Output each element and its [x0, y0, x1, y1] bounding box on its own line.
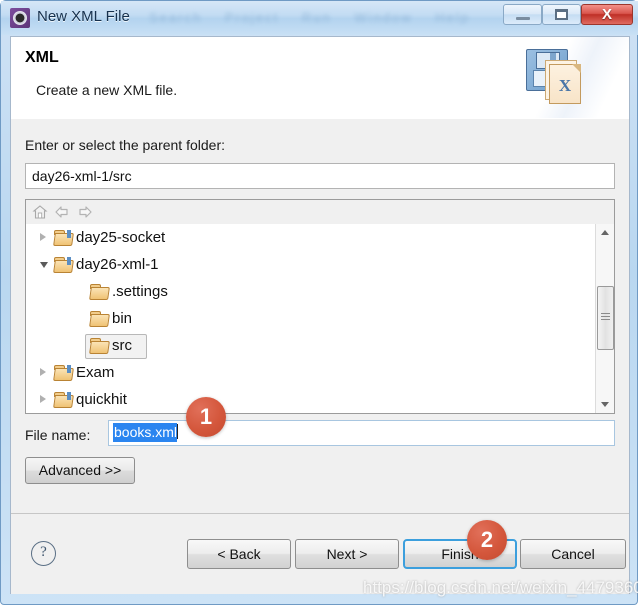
tree-item-settings[interactable]: .settings: [26, 278, 596, 305]
tree-item-label: src: [112, 337, 132, 354]
dialog-plate: XML Create a new XML file. X Enter or se…: [10, 36, 630, 594]
close-button[interactable]: X: [581, 4, 633, 25]
file-name-value: books.xml: [113, 423, 178, 442]
maximize-button[interactable]: [542, 4, 581, 25]
parent-folder-input[interactable]: [25, 163, 615, 189]
wizard-header: XML Create a new XML file. X: [11, 37, 629, 120]
scrollbar-thumb[interactable]: [597, 286, 614, 350]
folder-icon: [89, 284, 110, 300]
title-bar[interactable]: Search Project Run Window Help New XML F…: [1, 1, 638, 35]
file-name-input[interactable]: books.xml: [108, 420, 615, 446]
back-arrow-icon[interactable]: [53, 203, 71, 221]
help-icon[interactable]: ?: [31, 541, 56, 566]
project-folder-icon: [53, 365, 74, 381]
folder-icon: [89, 311, 110, 327]
expand-twisty-icon[interactable]: [40, 368, 46, 376]
dialog-window: Search Project Run Window Help New XML F…: [0, 0, 638, 605]
chevron-up-icon: [601, 230, 609, 235]
eclipse-wizard-icon: [10, 8, 30, 28]
home-icon[interactable]: [31, 203, 49, 221]
tree-item-day25-socket[interactable]: day25-socket: [26, 224, 596, 251]
collapse-twisty-icon[interactable]: [40, 262, 48, 268]
tree-item-label: quickhit: [76, 391, 127, 408]
tree-item-exam[interactable]: Exam: [26, 359, 596, 386]
tree-item-day26-xml-1[interactable]: day26-xml-1: [26, 251, 596, 278]
ghost-menu-item-search: Search: [149, 10, 203, 25]
scroll-up-button[interactable]: [596, 224, 614, 241]
project-folder-icon: [53, 257, 74, 273]
advanced-button[interactable]: Advanced >>: [25, 457, 135, 484]
ghost-menu-item-run: Run: [301, 10, 332, 25]
tree-item-label: day25-socket: [76, 229, 166, 246]
expand-twisty-icon[interactable]: [40, 233, 46, 241]
minimize-button[interactable]: [503, 4, 542, 25]
back-button[interactable]: < Back: [187, 539, 291, 569]
tree-item-label: .settings: [112, 283, 168, 300]
tree-item-bin[interactable]: bin: [26, 305, 596, 332]
text-caret: [177, 424, 179, 439]
project-folder-icon: [53, 392, 74, 408]
cancel-button[interactable]: Cancel: [520, 539, 626, 569]
window-title: New XML File: [37, 8, 130, 25]
ghost-menu-item-project: Project: [224, 10, 280, 25]
page-title: XML: [25, 49, 59, 66]
project-folder-icon: [53, 230, 74, 246]
tree-item-label: day26-xml-1: [76, 256, 159, 273]
ghost-menu-item-window: Window: [354, 10, 413, 25]
expand-twisty-icon[interactable]: [40, 395, 46, 403]
xml-document-icon: X: [549, 64, 581, 104]
chevron-down-icon: [601, 402, 609, 407]
wizard-body: Enter or select the parent folder: day26…: [11, 119, 629, 513]
forward-arrow-icon[interactable]: [76, 203, 94, 221]
background-eclipse-menu: Search Project Run Window Help: [149, 6, 479, 30]
ghost-menu-item-help: Help: [435, 10, 471, 25]
close-icon: X: [601, 6, 612, 23]
xml-document-letter: X: [558, 76, 572, 95]
tree-item-label: bin: [112, 310, 133, 327]
folder-tree-toolbar: [26, 200, 614, 225]
folder-tree-list[interactable]: day25-socket day26-xml-1 .settings bin src Ex…: [26, 224, 596, 413]
annotation-badge-1: 1: [186, 397, 226, 437]
tree-item-src[interactable]: src: [26, 332, 596, 359]
annotation-badge-2: 2: [467, 520, 507, 560]
watermark: https://blog.csdn.net/weixin_44793608: [363, 578, 638, 597]
tree-vertical-scrollbar[interactable]: [595, 224, 614, 413]
xml-file-save-icon: X: [509, 37, 629, 118]
tree-item-quickhit[interactable]: quickhit: [26, 386, 596, 413]
tree-item-label: Exam: [76, 364, 115, 381]
folder-icon: [89, 338, 110, 354]
parent-folder-label: Enter or select the parent folder:: [25, 137, 225, 153]
file-name-label: File name:: [25, 427, 91, 443]
next-button[interactable]: Next >: [295, 539, 399, 569]
page-description: Create a new XML file.: [36, 82, 178, 98]
scroll-down-button[interactable]: [596, 396, 614, 413]
folder-tree-panel: day25-socket day26-xml-1 .settings bin src Ex…: [25, 199, 615, 414]
scrollbar-grip: [601, 313, 610, 314]
